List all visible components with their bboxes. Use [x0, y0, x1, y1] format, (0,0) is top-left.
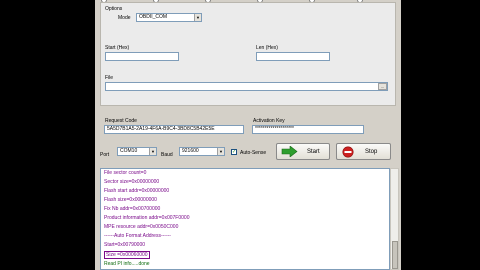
port-select-value: COM10 — [120, 148, 138, 154]
activation-key-label: Activation Key — [253, 118, 285, 124]
log-line: Flash start addr=0x00000000 — [104, 188, 170, 194]
len-hex-label: Len (Hex) — [256, 45, 278, 51]
baud-select[interactable]: 921600 ▼ — [179, 147, 225, 156]
stop-button[interactable]: Stop — [336, 143, 391, 160]
start-button[interactable]: Start — [276, 143, 330, 160]
mode-select-value: OBDII_COM — [139, 14, 168, 20]
arrow-right-icon — [281, 146, 298, 157]
log-line: Fix Nb addr=0x00700000 — [104, 206, 161, 212]
chevron-down-icon: ▼ — [149, 148, 156, 155]
stop-button-label: Stop — [365, 149, 378, 155]
log-line: Start=0x00790000 — [104, 242, 146, 248]
start-button-label: Start — [307, 149, 320, 155]
request-code-field[interactable]: 5A5D7B1A5-2A19-4F6A-B9C4-3BD8C5B42E5E — [104, 125, 244, 134]
mode-select[interactable]: OBDII_COM ▼ — [136, 13, 202, 22]
flash-tool-window: Options Mode OBDII_COM ▼ Start (Hex) Len… — [95, 0, 401, 270]
auto-sense-label: Auto-Sense — [240, 150, 267, 156]
request-code-label: Request Code — [105, 118, 137, 124]
options-group-title: Options — [105, 6, 123, 12]
log-scrollbar[interactable] — [390, 168, 399, 270]
start-hex-input[interactable] — [105, 52, 179, 61]
port-select[interactable]: COM10 ▼ — [117, 147, 157, 156]
log-output[interactable]: File sector count=0 Sector size=0x000000… — [100, 168, 390, 270]
log-line: File sector count=0 — [104, 170, 147, 176]
baud-select-value: 921600 — [182, 148, 199, 154]
start-hex-label: Start (Hex) — [105, 45, 130, 51]
log-line: Flash size=0x00000000 — [104, 197, 157, 203]
browse-button[interactable]: ... — [378, 83, 387, 90]
log-scrollbar-thumb[interactable] — [392, 241, 398, 269]
options-group: Options Mode OBDII_COM ▼ Start (Hex) Len… — [100, 2, 396, 106]
log-line: ------Auto Format Address------ — [104, 233, 171, 239]
file-label: File — [105, 75, 114, 81]
log-line: Read PI info.....done — [104, 261, 150, 267]
log-line: MPE resource addr=0x0050C000 — [104, 224, 179, 230]
log-line: Sector size=0x00000000 — [104, 179, 160, 185]
file-path-input[interactable] — [105, 82, 388, 91]
len-hex-input[interactable] — [256, 52, 330, 61]
activation-key-field[interactable]: ******************** — [252, 125, 364, 134]
log-line-selected: Size =0x00060000 — [104, 251, 150, 259]
mode-label: Mode — [118, 15, 131, 21]
baud-label: Baud — [161, 152, 173, 158]
log-line: Product information addr=0x007F0000 — [104, 215, 190, 221]
no-entry-icon — [342, 146, 354, 158]
chevron-down-icon: ▼ — [217, 148, 224, 155]
chevron-down-icon: ▼ — [194, 14, 201, 21]
port-label: Port — [100, 152, 110, 158]
auto-sense-checkbox[interactable]: ✓ — [231, 149, 237, 155]
